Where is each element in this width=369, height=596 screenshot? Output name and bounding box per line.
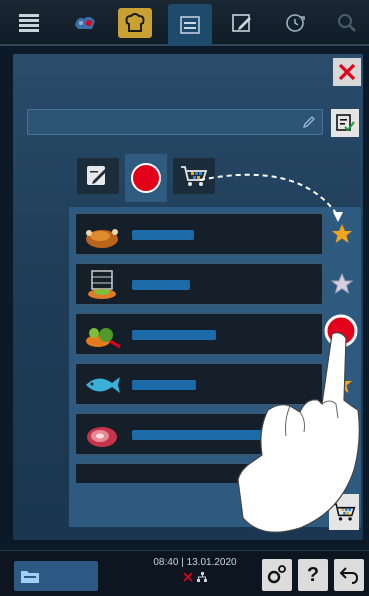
program-list bbox=[69, 207, 361, 527]
edit-program-icon[interactable] bbox=[225, 8, 259, 38]
fish-icon bbox=[86, 377, 120, 393]
list-item[interactable] bbox=[75, 263, 323, 305]
search-icon[interactable] bbox=[330, 8, 364, 38]
folder-icon bbox=[21, 571, 39, 583]
favorite-star-icon[interactable] bbox=[327, 419, 357, 449]
subtab-shopping-cart[interactable] bbox=[173, 158, 215, 194]
list-item-label-bar bbox=[132, 230, 194, 240]
roast-chicken-icon bbox=[86, 229, 118, 248]
favorite-star-outline-icon[interactable] bbox=[327, 269, 357, 299]
shopping-cart-icon bbox=[332, 503, 356, 521]
shopping-cart-icon bbox=[181, 166, 208, 186]
pencil-icon bbox=[302, 116, 315, 129]
date-label: 13.01.2020 bbox=[186, 557, 237, 568]
edit-checklist-icon bbox=[336, 114, 355, 132]
list-item[interactable] bbox=[75, 463, 323, 483]
back-button[interactable] bbox=[334, 559, 364, 591]
edit-icon bbox=[87, 166, 107, 185]
list-item[interactable] bbox=[75, 313, 323, 355]
settings-button[interactable] bbox=[262, 559, 292, 591]
close-button[interactable] bbox=[333, 58, 361, 86]
programs-list-icon[interactable] bbox=[168, 4, 212, 46]
menu-icon[interactable] bbox=[12, 8, 46, 38]
date-time-display: 08:40 | 13.01.2020 bbox=[140, 557, 250, 586]
list-item-label-bar bbox=[132, 280, 190, 290]
list-item-label-bar bbox=[132, 330, 216, 340]
gear-icon bbox=[267, 565, 286, 584]
subtab-edit[interactable] bbox=[77, 158, 119, 194]
time-label: 08:40 bbox=[153, 557, 179, 568]
list-item[interactable] bbox=[75, 413, 323, 455]
record-dot-icon bbox=[131, 163, 161, 193]
chef-hat-icon[interactable] bbox=[118, 8, 152, 38]
help-button[interactable]: ? bbox=[298, 559, 328, 591]
top-navigation-bar bbox=[0, 0, 369, 46]
network-icon bbox=[197, 572, 208, 582]
help-label: ? bbox=[306, 563, 320, 586]
subtab-record[interactable] bbox=[125, 154, 167, 202]
bottom-status-bar: 08:40 | 13.01.2020 ? bbox=[0, 550, 369, 596]
favorite-star-icon[interactable] bbox=[327, 219, 357, 249]
list-item-label-bar bbox=[132, 430, 282, 440]
cloud-disconnected-icon bbox=[183, 572, 193, 582]
programs-folder-button[interactable] bbox=[14, 561, 98, 591]
close-icon bbox=[338, 63, 356, 81]
edit-list-button[interactable] bbox=[331, 109, 359, 137]
meat-icon bbox=[87, 427, 117, 447]
back-arrow-icon bbox=[339, 567, 359, 584]
shopping-cart-button[interactable] bbox=[329, 494, 359, 530]
favorite-star-icon[interactable] bbox=[327, 369, 357, 399]
list-item[interactable] bbox=[75, 363, 323, 405]
list-item-label-bar bbox=[132, 380, 196, 390]
refresh-icon[interactable] bbox=[278, 8, 312, 38]
list-item[interactable] bbox=[75, 213, 323, 255]
cooking-paths-panel bbox=[13, 54, 363, 540]
intelligent-cooking-icon[interactable] bbox=[68, 8, 102, 38]
stacked-dishes-icon bbox=[88, 270, 116, 299]
favorite-star-icon[interactable] bbox=[327, 319, 357, 349]
search-input[interactable] bbox=[27, 109, 323, 135]
vegetables-icon bbox=[86, 328, 121, 349]
